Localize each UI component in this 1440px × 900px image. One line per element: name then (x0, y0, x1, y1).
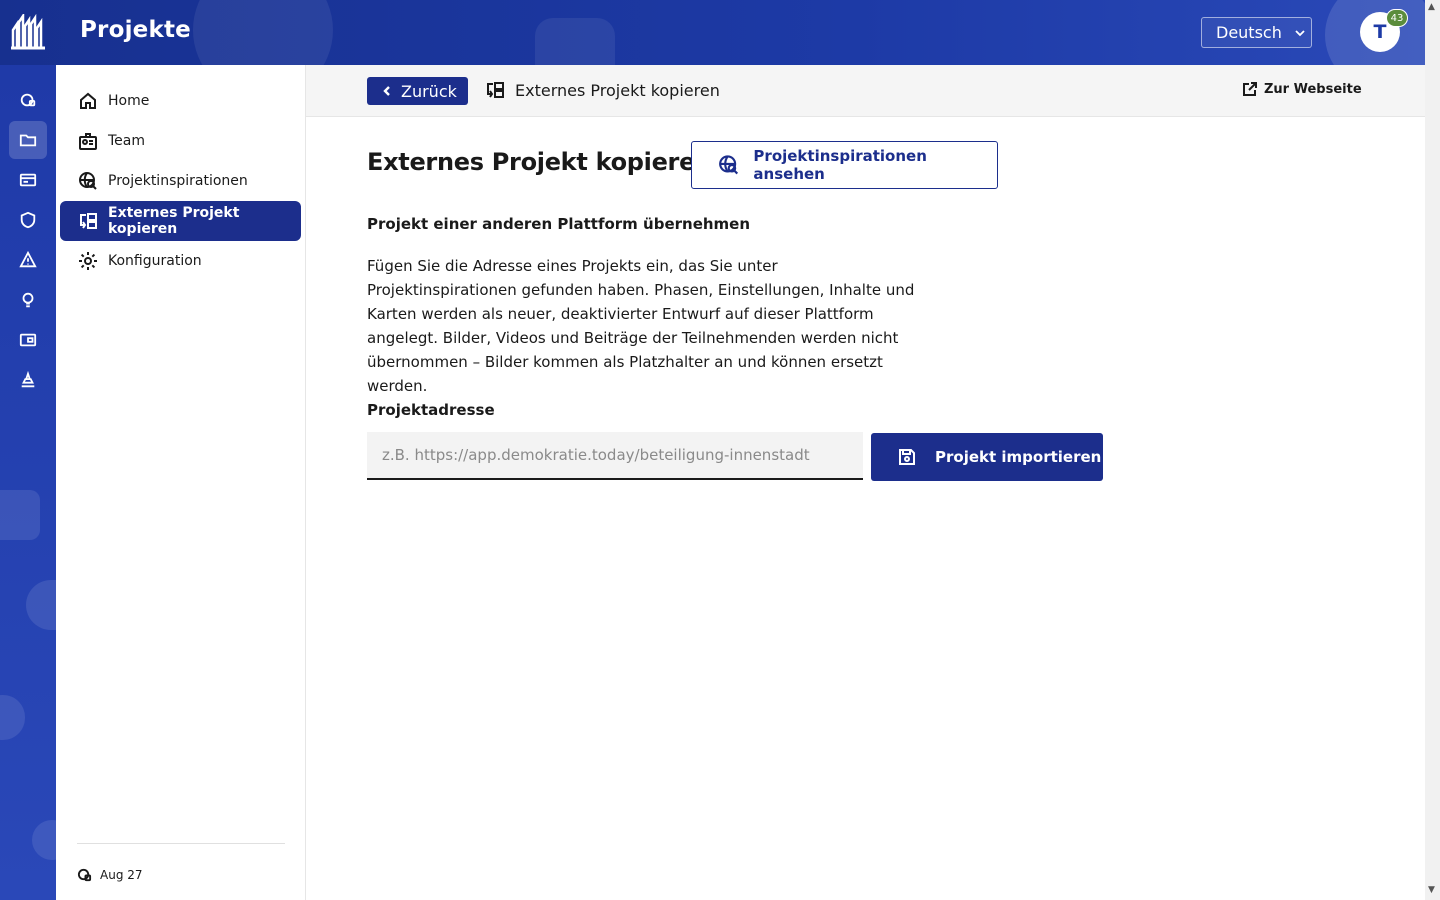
header-decoration (193, 0, 333, 65)
sidebar-divider (77, 843, 285, 844)
header-decoration (535, 18, 615, 65)
chevron-down-icon (1295, 29, 1305, 36)
rail-stamp-icon[interactable] (9, 361, 47, 399)
back-button[interactable]: Zurück (367, 77, 468, 105)
description-text: Fügen Sie die Adresse eines Projekts ein… (367, 257, 915, 395)
logo-icon[interactable] (9, 11, 47, 50)
section-subheading: Projekt einer anderen Plattform übernehm… (367, 215, 751, 233)
icon-rail (0, 65, 56, 900)
avatar-initial: T (1373, 21, 1387, 43)
globe-search-icon (79, 172, 97, 190)
sidebar-item-label: Externes Projekt kopieren (108, 205, 240, 237)
sidebar-item-team[interactable]: Team (60, 121, 301, 161)
view-inspirations-label: Projektinspirationen ansehen (753, 147, 927, 183)
project-address-label: Projektadresse (367, 401, 495, 419)
sidebar-item-label: Home (108, 93, 150, 109)
content-topbar: Zurück Externes Projekt kopieren Zur Web… (306, 65, 1425, 117)
project-address-input[interactable] (367, 432, 863, 480)
version-date: Aug 27 (100, 867, 143, 882)
language-select[interactable]: Deutsch (1201, 17, 1312, 48)
globe-search-icon (719, 155, 739, 175)
copy-external-icon (80, 213, 97, 229)
import-project-button[interactable]: Projekt importieren (871, 433, 1103, 481)
breadcrumb: Externes Projekt kopieren (485, 80, 720, 100)
save-icon (899, 449, 915, 465)
website-link[interactable]: Zur Webseite (1242, 81, 1362, 97)
rail-wallet-icon[interactable] (9, 321, 47, 359)
rail-shield-icon[interactable] (9, 201, 47, 239)
sidebar-item-label: Team (108, 133, 146, 149)
page-section-title: Projekte (80, 17, 191, 43)
back-button-label: Zurück (401, 81, 457, 101)
notification-badge: 43 (1386, 9, 1408, 27)
version-icon (77, 868, 92, 882)
team-icon (79, 133, 97, 150)
view-inspirations-button[interactable]: Projektinspirationen ansehen (691, 141, 998, 189)
rail-warning-icon[interactable] (9, 241, 47, 279)
rail-cards-icon[interactable] (9, 161, 47, 199)
import-project-label: Projekt importieren (935, 448, 1102, 466)
external-link-icon (1243, 82, 1257, 96)
chevron-left-icon (383, 86, 390, 96)
sidebar-item-home[interactable]: Home (60, 81, 301, 121)
home-icon (80, 92, 96, 109)
page-title: Externes Projekt kopieren (367, 148, 712, 176)
scroll-up-arrow[interactable]: ▲ (1428, 3, 1437, 12)
page-scrollbar[interactable]: ▲ ▼ (1425, 0, 1440, 900)
gear-icon (79, 252, 97, 270)
sidebar: Home Team Projektinspirationen Externes … (56, 65, 306, 900)
rail-decoration (0, 695, 25, 740)
sidebar-item-projektinspirationen[interactable]: Projektinspirationen (60, 161, 301, 201)
rail-decoration (32, 820, 56, 860)
copy-external-icon (487, 82, 504, 98)
rail-dashboard-icon[interactable] (9, 81, 47, 119)
website-link-label: Zur Webseite (1264, 81, 1362, 97)
sidebar-footer: Aug 27 (77, 867, 143, 882)
scroll-down-arrow[interactable]: ▼ (1428, 886, 1437, 895)
sidebar-item-externes-projekt-kopieren[interactable]: Externes Projekt kopieren (60, 201, 301, 241)
breadcrumb-label: Externes Projekt kopieren (515, 80, 720, 100)
rail-decoration (0, 490, 40, 540)
sidebar-item-label: Konfiguration (108, 253, 202, 269)
sidebar-item-label: Projektinspirationen (108, 173, 248, 189)
rail-decoration (26, 580, 56, 630)
sidebar-item-konfiguration[interactable]: Konfiguration (60, 241, 301, 281)
rail-folder-icon[interactable] (9, 121, 47, 159)
language-select-value: Deutsch (1216, 23, 1282, 42)
rail-lightbulb-icon[interactable] (9, 281, 47, 319)
